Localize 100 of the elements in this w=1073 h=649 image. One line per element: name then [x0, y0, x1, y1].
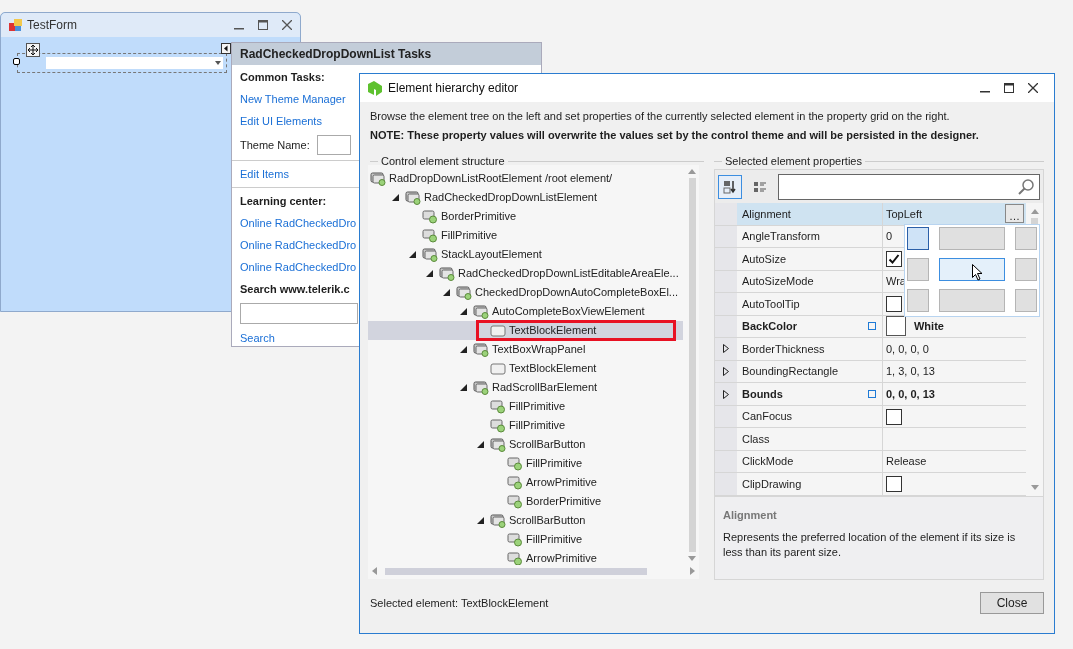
tree-item[interactable]: ScrollBarButton [368, 435, 683, 454]
tree-item[interactable]: FillPrimitive [368, 416, 683, 435]
tree-item[interactable]: AutoCompleteBoxViewElement [368, 302, 683, 321]
scroll-up-icon[interactable] [688, 169, 696, 174]
close-icon[interactable] [1028, 83, 1038, 93]
expanded-icon[interactable] [392, 194, 399, 201]
checkbox[interactable] [886, 295, 902, 312]
property-row[interactable]: BackColor White [715, 315, 1026, 339]
checkbox[interactable] [886, 476, 902, 493]
expanded-icon[interactable] [477, 441, 484, 448]
tree-item[interactable]: FillPrimitive [368, 454, 683, 473]
task-link[interactable]: Online RadCheckedDro [240, 256, 357, 278]
tree-item[interactable]: ScrollBarButton [368, 511, 683, 530]
scroll-right-icon[interactable] [690, 567, 695, 575]
alignment-cell[interactable] [1015, 289, 1037, 312]
theme-name-field[interactable] [316, 135, 351, 155]
expanded-icon[interactable] [426, 270, 433, 277]
category-list-icon [753, 179, 767, 194]
smart-tag-icon[interactable] [221, 43, 231, 54]
tree-item[interactable]: FillPrimitive [368, 226, 683, 245]
scroll-thumb[interactable] [385, 567, 647, 575]
help-text: Represents the preferred location of the element if its size is less than its parent size. [723, 529, 1017, 560]
expanded-icon[interactable] [443, 289, 450, 296]
property-name: ClickMode [742, 454, 794, 470]
property-row[interactable]: BoundingRectangle 1, 3, 0, 13 [715, 360, 1026, 384]
alignment-cell[interactable] [907, 227, 929, 250]
expanded-icon[interactable] [460, 308, 467, 315]
property-row[interactable]: Bounds 0, 0, 0, 13 [715, 383, 1026, 406]
tree-item[interactable]: ArrowPrimitive [368, 473, 683, 492]
task-link[interactable]: Edit UI Elements [240, 110, 322, 132]
tree-item-label: RadCheckedDropDownListEditableAreaEle... [458, 266, 679, 282]
checkbox[interactable] [886, 408, 902, 425]
property-row[interactable]: ClickMode Release [715, 450, 1026, 474]
property-row[interactable]: BorderThickness 0, 0, 0, 0 [715, 338, 1026, 361]
task-link[interactable]: Online RadCheckedDro [240, 234, 357, 256]
cursor-icon [972, 264, 983, 281]
sort-alphabetical-button[interactable] [718, 174, 742, 199]
window-title: Element hierarchy editor [388, 80, 519, 97]
alignment-cell[interactable] [1015, 227, 1037, 250]
close-button[interactable]: Close [980, 592, 1044, 614]
ellipsis-button[interactable]: … [1005, 204, 1024, 224]
tree-item[interactable]: TextBoxWrapPanel [368, 340, 683, 359]
tree-item[interactable]: BorderPrimitive [368, 492, 683, 511]
tree-item[interactable]: StackLayoutElement [368, 245, 683, 264]
panel-title: RadCheckedDropDownList Tasks [232, 43, 541, 65]
alignment-cell[interactable] [939, 227, 1005, 250]
property-row[interactable]: Class [715, 428, 1026, 451]
maximize-icon[interactable] [258, 20, 268, 30]
alignment-cell[interactable] [907, 289, 929, 312]
scroll-up-icon[interactable] [1030, 209, 1039, 214]
tree-item[interactable]: RadScrollBarElement [368, 378, 683, 397]
expand-icon[interactable] [723, 389, 729, 399]
property-row[interactable]: Alignment TopLeft … [715, 203, 1026, 226]
property-name: AngleTransform [742, 229, 820, 245]
tree-item[interactable]: CheckedDropDownAutoCompleteBoxEl... [368, 283, 683, 302]
scroll-down-icon[interactable] [1030, 485, 1039, 490]
maximize-icon[interactable] [1004, 83, 1014, 93]
status-text: Selected element: TextBlockElement [370, 595, 549, 611]
alignment-cell[interactable] [939, 289, 1005, 312]
alignment-cell[interactable] [1015, 258, 1037, 281]
tree-item[interactable]: RadCheckedDropDownListElement [368, 188, 683, 207]
property-name: AutoSizeMode [742, 274, 814, 290]
tree-item[interactable]: BorderPrimitive [368, 207, 683, 226]
tree-item[interactable]: RadCheckedDropDownListEditableAreaEle... [368, 264, 683, 283]
property-row[interactable]: ClipDrawing [715, 473, 1026, 496]
expanded-icon[interactable] [460, 384, 467, 391]
expanded-icon[interactable] [477, 517, 484, 524]
section-heading: Learning center: [240, 193, 327, 209]
tree-item[interactable]: TextBlockElement [368, 359, 683, 378]
element-icon [370, 171, 386, 186]
element-icon [473, 304, 489, 319]
tree-item-label: TextBlockElement [509, 361, 597, 377]
vertical-scrollbar[interactable] [687, 169, 697, 561]
scroll-left-icon[interactable] [372, 567, 377, 575]
alignment-cell[interactable] [939, 258, 1005, 281]
move-handle-icon[interactable] [26, 43, 40, 57]
scroll-thumb[interactable] [688, 178, 696, 552]
search-field[interactable] [778, 173, 1040, 200]
dropdown-control[interactable] [17, 53, 227, 73]
task-link[interactable]: Online RadCheckedDro [240, 212, 357, 234]
alignment-cell[interactable] [907, 258, 929, 281]
element-icon [439, 266, 455, 281]
task-link[interactable]: Search [240, 327, 275, 349]
tree-item-label: FillPrimitive [526, 456, 583, 472]
close-icon[interactable] [282, 20, 292, 30]
checkbox[interactable] [886, 250, 902, 267]
search-field[interactable] [240, 303, 358, 324]
property-row[interactable]: CanFocus [715, 405, 1026, 429]
task-link[interactable]: Edit Items [240, 163, 289, 185]
tree-item[interactable]: FillPrimitive [368, 397, 683, 416]
scroll-down-icon[interactable] [688, 556, 696, 561]
tree-item[interactable]: FillPrimitive [368, 530, 683, 549]
tree-item[interactable]: ArrowPrimitive [368, 549, 683, 565]
tree-item-label: FillPrimitive [509, 399, 566, 415]
tree-item[interactable]: RadDropDownListRootElement /root element/ [368, 169, 683, 188]
expanded-icon[interactable] [409, 251, 416, 258]
expand-icon[interactable] [723, 344, 729, 354]
task-link[interactable]: New Theme Manager [240, 88, 346, 110]
expand-icon[interactable] [723, 367, 729, 376]
resize-handle-icon[interactable] [13, 58, 20, 65]
